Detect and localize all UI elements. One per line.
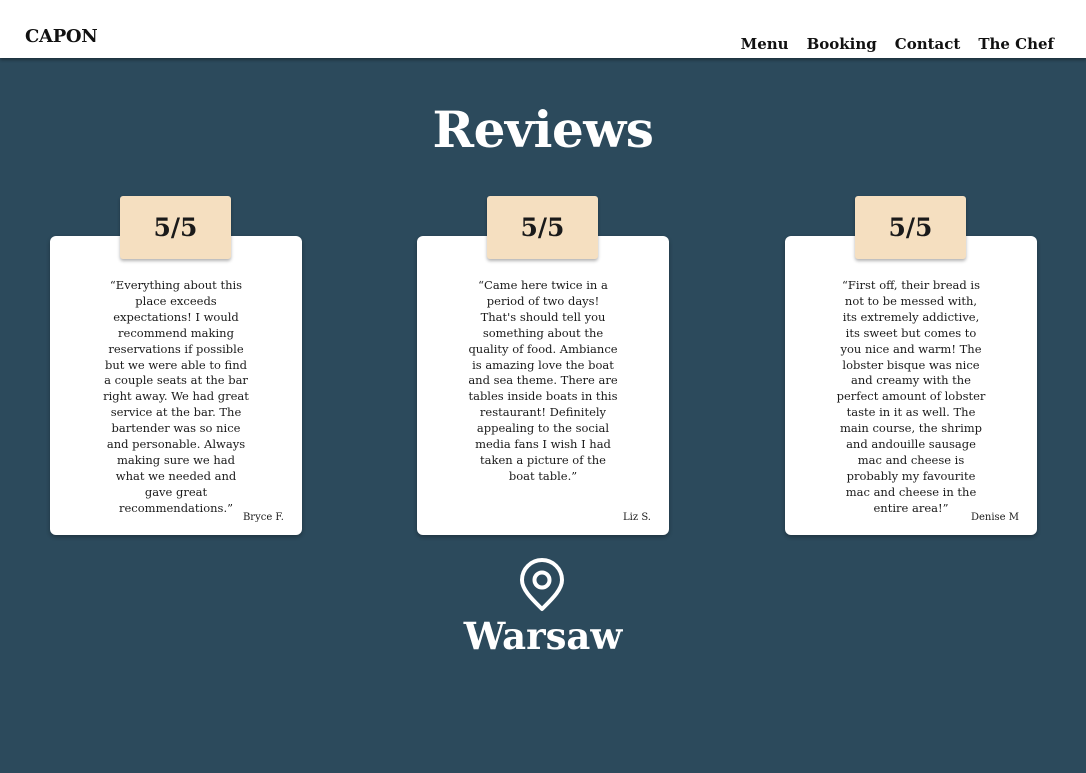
- review-text: “First off, their bread is not to be mes…: [836, 278, 986, 515]
- rating-badge: 5/5: [487, 196, 598, 259]
- nav-link-the-chef[interactable]: The Chef: [978, 35, 1054, 53]
- map-pin-icon: [520, 558, 564, 611]
- nav-link-contact[interactable]: Contact: [895, 35, 961, 53]
- rating-badge: 5/5: [855, 196, 966, 259]
- location-name: Warsaw: [463, 614, 623, 658]
- main-nav: Menu Booking Contact The Chef: [741, 35, 1054, 53]
- review-card: “Everything about this place exceeds exp…: [50, 236, 302, 535]
- review-author: Liz S.: [623, 512, 651, 523]
- reviews-section: Reviews 5/5 “Everything about this place…: [0, 58, 1086, 773]
- review-card: “Came here twice in a period of two days…: [417, 236, 669, 535]
- nav-link-booking[interactable]: Booking: [807, 35, 877, 53]
- review-author: Denise M: [970, 512, 1019, 523]
- review-author: Bryce F.: [242, 512, 284, 523]
- review-text: “Came here twice in a period of two days…: [468, 278, 618, 483]
- page-title: Reviews: [432, 100, 654, 159]
- review-text: “Everything about this place exceeds exp…: [103, 278, 249, 515]
- site-logo[interactable]: CAPON: [25, 26, 98, 47]
- review-card: “First off, their bread is not to be mes…: [785, 236, 1037, 535]
- nav-link-menu[interactable]: Menu: [741, 35, 789, 53]
- site-header: CAPON Menu Booking Contact The Chef: [0, 0, 1086, 58]
- rating-badge: 5/5: [120, 196, 231, 259]
